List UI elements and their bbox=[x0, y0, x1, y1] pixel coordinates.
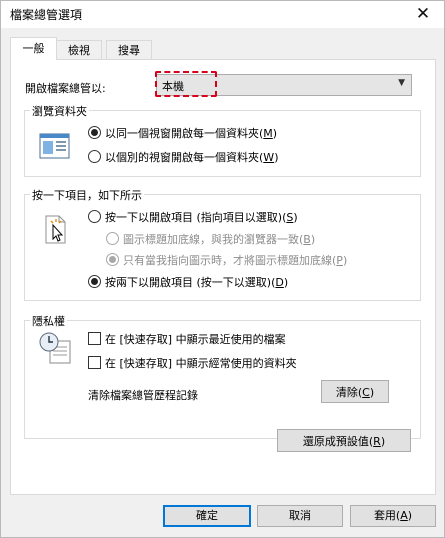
recent-files-checkbox[interactable] bbox=[88, 332, 101, 345]
privacy-title: 隱私權 bbox=[30, 313, 67, 329]
frequent-folders-label[interactable]: 在 [快速存取] 中顯示經常使用的資料夾 bbox=[105, 355, 297, 371]
cancel-button[interactable]: 取消 bbox=[257, 505, 343, 527]
single-click-label[interactable]: 按一下以開啟項目 (指向項目以選取)(S) bbox=[105, 209, 298, 225]
chevron-down-icon: ▼ bbox=[398, 78, 405, 88]
separate-window-radio[interactable] bbox=[88, 150, 101, 163]
frequent-folders-checkbox[interactable] bbox=[88, 356, 101, 369]
privacy-group: 隱私權 在 [快速存取] 中顯示最近使用的檔案 在 [快速存取] 中顯示經常使用… bbox=[24, 313, 421, 439]
open-to-value: 本機 bbox=[162, 80, 184, 93]
browse-folders-group: 瀏覽資料夾 以同一個視窗開啟每一個資料夾(M) 以個別的視窗開啟每一個資料夾(W… bbox=[24, 103, 421, 177]
close-icon[interactable]: ✕ bbox=[412, 3, 434, 25]
open-to-dropdown[interactable]: 本機 ▼ bbox=[156, 74, 412, 96]
click-items-group: 按一下項目，如下所示 按一下以開啟項目 (指向項目以選取)(S) 圖示標題加底線… bbox=[24, 187, 421, 301]
single-click-radio[interactable] bbox=[88, 210, 101, 223]
pointer-click-icon bbox=[45, 215, 66, 244]
clear-history-label: 清除檔案總管歷程記錄 bbox=[88, 389, 198, 402]
tab-search[interactable]: 搜尋 bbox=[106, 40, 152, 60]
tab-view[interactable]: 檢視 bbox=[56, 40, 102, 60]
folder-options-dialog: 檔案總管選項 ✕ 一般 檢視 搜尋 開啟檔案總管以: 本機 ▼ 瀏覽資料夾 以同 bbox=[0, 0, 445, 538]
underline-browser-radio[interactable] bbox=[106, 232, 119, 245]
ok-button[interactable]: 確定 bbox=[163, 505, 251, 527]
separate-window-label[interactable]: 以個別的視窗開啟每一個資料夾(W) bbox=[105, 149, 278, 165]
same-window-label[interactable]: 以同一個視窗開啟每一個資料夾(M) bbox=[105, 125, 277, 141]
double-click-label[interactable]: 按兩下以開啟項目 (按一下以選取)(D) bbox=[105, 274, 288, 290]
clear-history-button[interactable]: 清除(C) bbox=[321, 380, 389, 403]
general-tab-panel: 開啟檔案總管以: 本機 ▼ 瀏覽資料夾 以同一個視窗開啟每一個資料夾(M) 以個… bbox=[10, 59, 436, 495]
underline-point-radio[interactable] bbox=[106, 253, 119, 266]
double-click-radio[interactable] bbox=[88, 275, 101, 288]
click-items-title: 按一下項目，如下所示 bbox=[30, 187, 144, 203]
window-title: 檔案總管選項 bbox=[10, 8, 83, 22]
open-to-label: 開啟檔案總管以: bbox=[25, 82, 106, 95]
same-window-radio[interactable] bbox=[88, 126, 101, 139]
underline-point-label[interactable]: 只有當我指向圖示時，才將圖示標題加底線(P) bbox=[123, 252, 347, 268]
title-bar: 檔案總管選項 ✕ bbox=[1, 1, 444, 28]
browse-folders-title: 瀏覽資料夾 bbox=[30, 103, 89, 119]
underline-browser-label[interactable]: 圖示標題加底線，與我的瀏覽器一致(B) bbox=[123, 231, 315, 247]
browse-folders-icon bbox=[39, 133, 70, 159]
tab-general[interactable]: 一般 bbox=[10, 37, 57, 60]
restore-defaults-button[interactable]: 還原成預設值(R) bbox=[277, 429, 411, 452]
history-clock-icon bbox=[39, 332, 71, 364]
recent-files-label[interactable]: 在 [快速存取] 中顯示最近使用的檔案 bbox=[105, 331, 286, 347]
apply-button[interactable]: 套用(A) bbox=[350, 505, 436, 527]
